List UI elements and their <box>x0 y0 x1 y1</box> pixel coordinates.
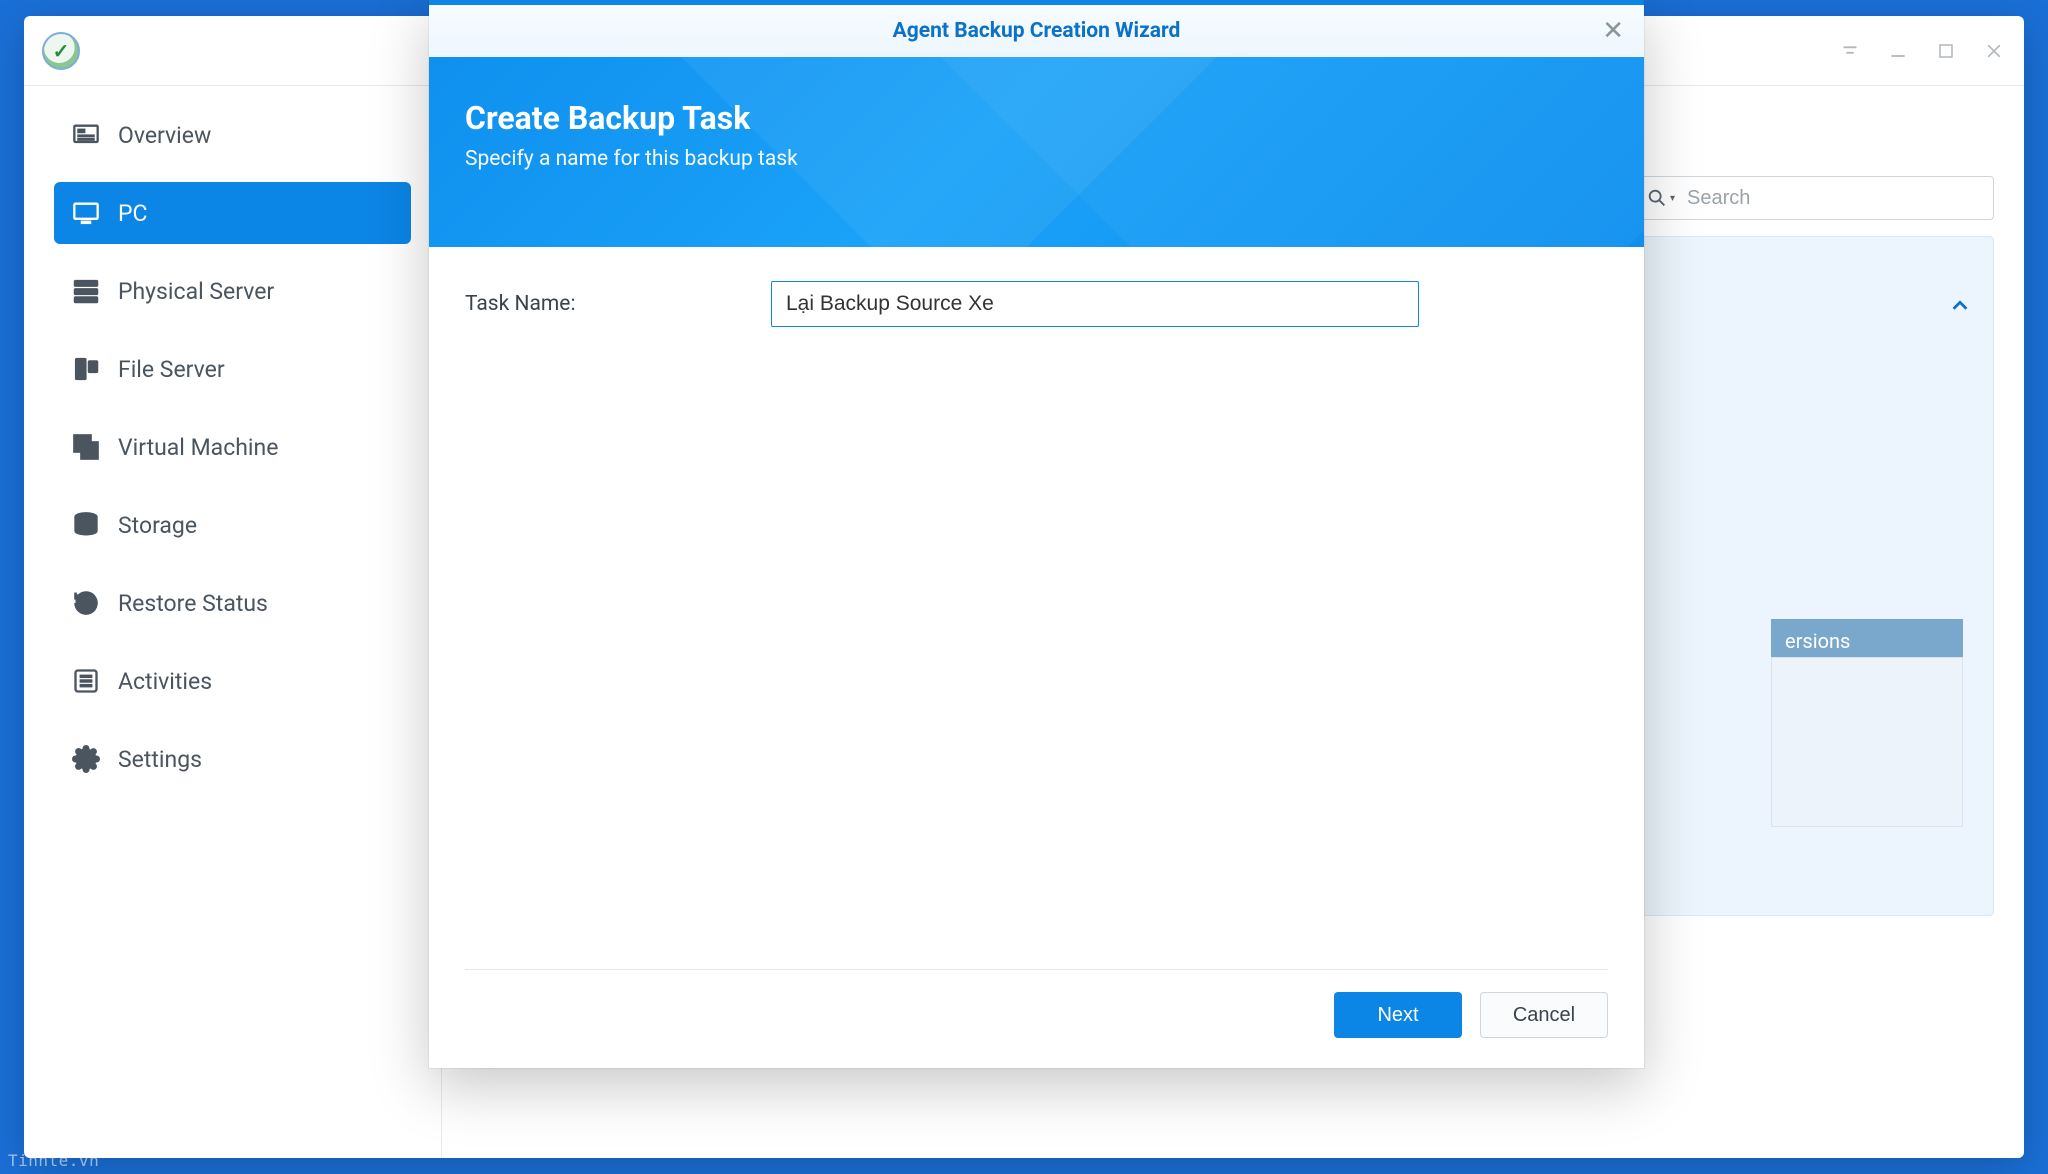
task-name-label: Task Name: <box>465 292 771 316</box>
search-input[interactable] <box>1634 176 1994 220</box>
storage-icon <box>72 511 100 539</box>
window-controls <box>1838 39 2006 63</box>
table-body-empty <box>1771 657 1963 827</box>
maximize-icon[interactable] <box>1934 39 1958 63</box>
cancel-button[interactable]: Cancel <box>1480 992 1608 1038</box>
minimize-icon[interactable] <box>1886 39 1910 63</box>
search-wrap: ▾ <box>1634 176 1994 220</box>
sidebar-item-label: Settings <box>118 746 202 773</box>
wizard-banner: Create Backup Task Specify a name for th… <box>429 57 1644 247</box>
sidebar-item-label: Activities <box>118 668 212 695</box>
sidebar-item-label: Storage <box>118 512 197 539</box>
close-icon[interactable] <box>1982 39 2006 63</box>
activities-icon <box>72 667 100 695</box>
settings-icon <box>72 745 100 773</box>
sidebar-item-label: Restore Status <box>118 590 268 617</box>
help-icon[interactable] <box>1838 39 1862 63</box>
app-logo-icon <box>42 32 80 70</box>
task-name-input[interactable] <box>771 281 1419 327</box>
wizard-title-bar: Agent Backup Creation Wizard ✕ <box>429 5 1644 57</box>
sidebar-item-pc[interactable]: PC <box>54 182 411 244</box>
pc-icon <box>72 199 100 227</box>
watermark: Tinhte.vn <box>8 1151 99 1170</box>
next-button[interactable]: Next <box>1334 992 1462 1038</box>
restore-icon <box>72 589 100 617</box>
sidebar-item-virtual-machine[interactable]: Virtual Machine <box>54 416 411 478</box>
sidebar-item-file-server[interactable]: File Server <box>54 338 411 400</box>
overview-icon <box>72 121 100 149</box>
wizard-subheading: Specify a name for this backup task <box>465 147 1608 171</box>
server-icon <box>72 277 100 305</box>
wizard-heading: Create Backup Task <box>465 99 1608 137</box>
sidebar-item-overview[interactable]: Overview <box>54 104 411 166</box>
close-icon[interactable]: ✕ <box>1602 16 1624 46</box>
form-row-task-name: Task Name: <box>465 281 1608 327</box>
chevron-up-icon[interactable] <box>1949 295 1971 321</box>
sidebar-item-label: Overview <box>118 122 211 149</box>
sidebar: Overview PC Physical Server File Server <box>24 86 442 1158</box>
wizard-footer: Next Cancel <box>465 969 1608 1038</box>
file-server-icon <box>72 355 100 383</box>
sidebar-item-activities[interactable]: Activities <box>54 650 411 712</box>
wizard-modal: Agent Backup Creation Wizard ✕ Create Ba… <box>429 0 1644 1068</box>
sidebar-item-storage[interactable]: Storage <box>54 494 411 556</box>
vm-icon <box>72 433 100 461</box>
sidebar-item-label: Physical Server <box>118 278 274 305</box>
sidebar-item-restore-status[interactable]: Restore Status <box>54 572 411 634</box>
wizard-body: Task Name: <box>429 247 1644 327</box>
sidebar-item-label: File Server <box>118 356 225 383</box>
sidebar-item-physical-server[interactable]: Physical Server <box>54 260 411 322</box>
search-icon[interactable]: ▾ <box>1646 187 1675 209</box>
wizard-title: Agent Backup Creation Wizard <box>893 19 1181 43</box>
sidebar-item-settings[interactable]: Settings <box>54 728 411 790</box>
sidebar-item-label: PC <box>118 200 147 227</box>
sidebar-item-label: Virtual Machine <box>118 434 278 461</box>
